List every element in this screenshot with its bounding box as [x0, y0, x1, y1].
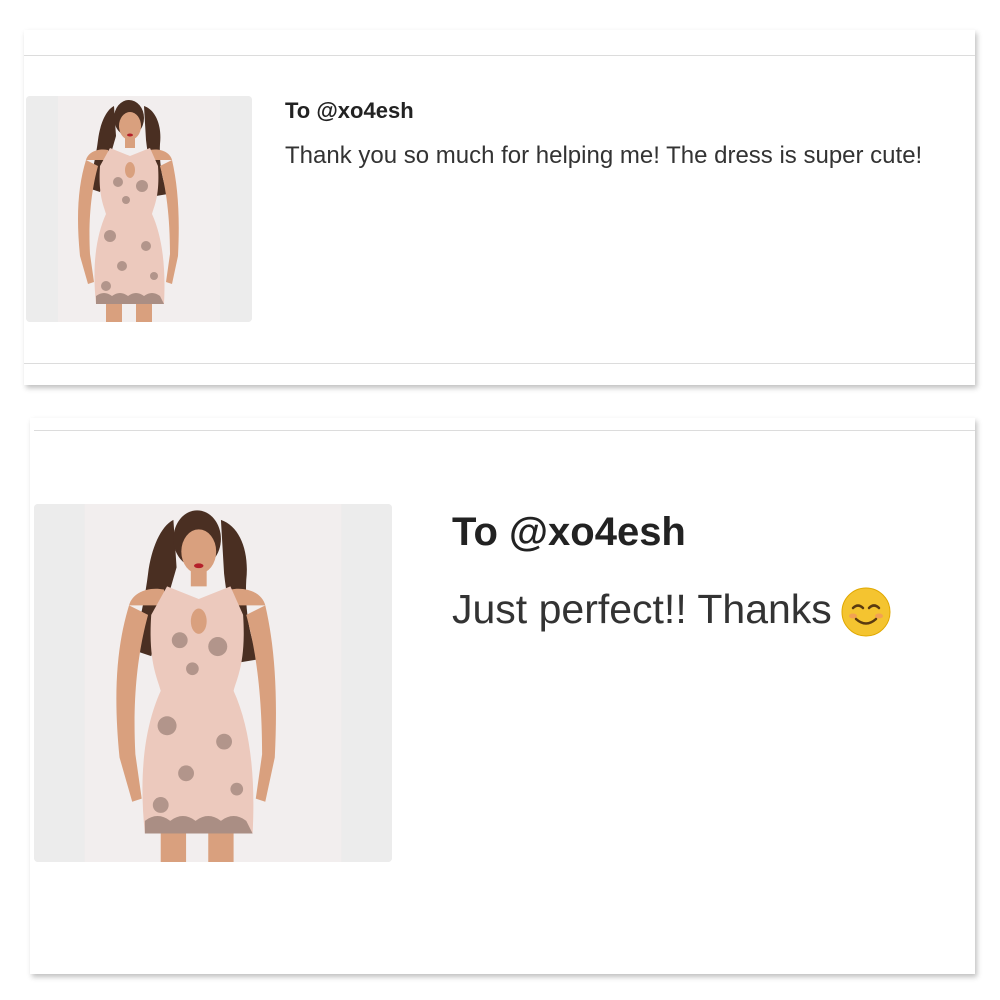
message-text: Just perfect!! Thanks	[452, 586, 832, 632]
product-photo-dress-icon	[26, 96, 252, 322]
review-card-2: To @xo4esh Just perfect!! Thanks	[30, 418, 975, 974]
recipient-handle[interactable]: To @xo4esh	[285, 98, 414, 124]
product-thumbnail[interactable]	[26, 96, 252, 322]
product-photo-dress-icon	[34, 504, 392, 862]
smiling-face-with-smiling-eyes-icon	[840, 586, 892, 638]
message-text-container: Just perfect!! Thanks	[452, 586, 892, 638]
recipient-handle[interactable]: To @xo4esh	[452, 510, 686, 555]
card-divider-top	[34, 430, 975, 431]
card-divider-top	[24, 55, 975, 56]
product-thumbnail[interactable]	[34, 504, 392, 862]
message-text: Thank you so much for helping me! The dr…	[285, 142, 923, 169]
review-card-1: To @xo4esh Thank you so much for helping…	[24, 30, 975, 385]
card-divider-bottom	[24, 363, 975, 364]
